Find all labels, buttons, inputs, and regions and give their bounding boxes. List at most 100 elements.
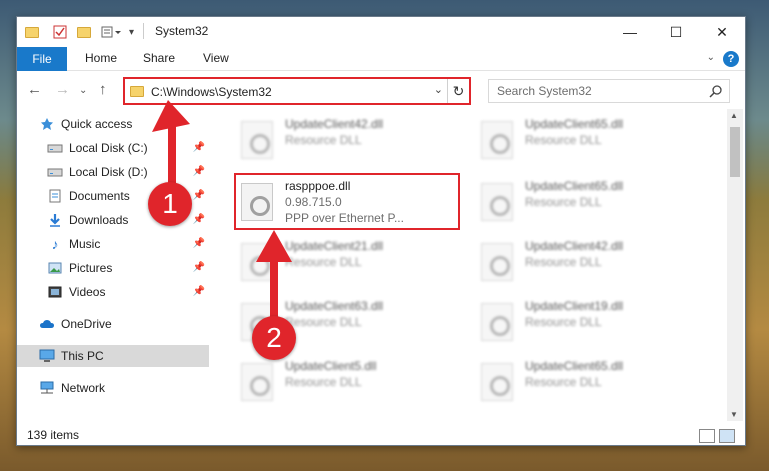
up-icon[interactable]: ↑ (99, 81, 107, 98)
pin-icon[interactable]: 📌 (193, 262, 205, 273)
address-text: C:\Windows\System32 (151, 85, 272, 99)
sidebar-item-label: This PC (61, 349, 104, 363)
file-item[interactable]: UpdateClient65.dll Resource DLL (477, 355, 707, 411)
download-icon (47, 213, 63, 227)
back-icon[interactable]: ← (27, 81, 42, 98)
sidebar-item-network[interactable]: Network (17, 377, 209, 399)
properties-icon[interactable] (53, 23, 67, 41)
file-description: Resource DLL (285, 255, 362, 269)
dropdown-arrow-icon[interactable]: ▾ (129, 23, 134, 41)
file-item[interactable]: UpdateClient42.dll Resource DLL (477, 235, 707, 291)
cloud-icon (39, 317, 55, 331)
tab-file[interactable]: File (17, 47, 67, 71)
scroll-thumb[interactable] (730, 127, 740, 177)
file-item[interactable]: UpdateClient65.dll Resource DLL (477, 175, 707, 231)
sidebar-item-local-disk-d[interactable]: Local Disk (D:) 📌 (17, 161, 209, 183)
address-bar[interactable]: C:\Windows\System32 ⌄ ↻ (123, 77, 471, 105)
close-button[interactable]: ✕ (699, 17, 745, 47)
pin-icon[interactable]: 📌 (193, 190, 205, 201)
search-input[interactable]: Search System32 (488, 79, 730, 103)
sidebar-item-music[interactable]: ♪ Music 📌 (17, 233, 209, 255)
expand-ribbon-icon[interactable]: ⌄ (707, 52, 715, 63)
new-folder-icon[interactable] (77, 23, 91, 41)
sidebar-item-label: Quick access (61, 117, 133, 131)
file-name: UpdateClient65.dll (525, 359, 624, 373)
pictures-icon (47, 261, 63, 275)
file-name: UpdateClient5.dll (285, 359, 377, 373)
step-marker-2: 2 (252, 316, 296, 360)
sidebar-item-onedrive[interactable]: OneDrive (17, 313, 209, 335)
sidebar-item-pictures[interactable]: Pictures 📌 (17, 257, 209, 279)
dll-file-icon (241, 243, 273, 281)
dll-file-icon (241, 363, 273, 401)
minimize-button[interactable]: — (607, 17, 653, 47)
dll-file-icon (481, 121, 513, 159)
sidebar-item-label: Documents (69, 189, 130, 203)
tab-view[interactable]: View (203, 51, 229, 65)
navigation-bar: ← → ⌄ ↑ C:\Windows\System32 ⌄ ↻ Search S… (17, 75, 745, 105)
file-description: Resource DLL (525, 133, 602, 147)
file-list: UpdateClient42.dll Resource DLL raspppoe… (227, 107, 727, 415)
pin-icon[interactable]: 📌 (193, 238, 205, 249)
dll-file-icon (481, 183, 513, 221)
pin-icon[interactable]: 📌 (193, 166, 205, 177)
sidebar-item-label: OneDrive (61, 317, 112, 331)
search-icon[interactable] (709, 84, 723, 98)
file-description: Resource DLL (525, 375, 602, 389)
search-placeholder: Search System32 (497, 84, 592, 98)
file-item[interactable]: UpdateClient19.dll Resource DLL (477, 295, 707, 351)
file-name: UpdateClient65.dll (525, 179, 624, 193)
pin-icon[interactable]: 📌 (193, 214, 205, 225)
forward-icon[interactable]: → (55, 81, 70, 98)
sidebar-item-label: Downloads (69, 213, 129, 227)
pin-icon[interactable]: 📌 (193, 142, 205, 153)
network-icon (39, 381, 55, 395)
dll-file-icon (241, 121, 273, 159)
sidebar-item-label: Videos (69, 285, 106, 299)
sidebar-item-label: Network (61, 381, 106, 395)
customize-quick-access-icon[interactable] (101, 23, 123, 41)
sidebar-item-label: Music (69, 237, 101, 251)
file-name: UpdateClient21.dll (285, 239, 384, 253)
step-marker-1: 1 (148, 182, 192, 226)
refresh-icon[interactable]: ↻ (447, 79, 469, 103)
file-item[interactable]: UpdateClient5.dll Resource DLL (237, 355, 467, 411)
scroll-up-icon[interactable]: ▲ (730, 111, 738, 120)
details-view-icon[interactable] (699, 429, 715, 443)
maximize-button[interactable]: ☐ (653, 17, 699, 47)
file-description: Resource DLL (285, 133, 362, 147)
vertical-scrollbar[interactable]: ▲ ▼ (727, 109, 743, 421)
status-bar: 139 items (17, 425, 745, 447)
pin-icon[interactable]: 📌 (193, 286, 205, 297)
sidebar-item-label: Pictures (69, 261, 113, 275)
file-item[interactable]: UpdateClient65.dll Resource DLL (477, 113, 707, 169)
title-divider (143, 23, 144, 39)
large-icons-view-icon[interactable] (719, 429, 735, 443)
file-description: Resource DLL (525, 255, 602, 269)
item-count: 139 items (27, 428, 80, 442)
file-item[interactable]: UpdateClient21.dll Resource DLL (237, 235, 467, 291)
drive-icon (47, 165, 63, 179)
file-name: UpdateClient42.dll (525, 239, 624, 253)
dll-file-icon (481, 363, 513, 401)
file-item[interactable]: UpdateClient42.dll Resource DLL (237, 113, 467, 169)
help-icon[interactable]: ? (723, 51, 739, 67)
music-icon: ♪ (51, 236, 59, 252)
recent-locations-icon[interactable]: ⌄ (79, 85, 87, 96)
ribbon-tabs: File Home Share View ⌄ ? (17, 47, 745, 71)
chevron-down-icon[interactable]: ⌄ (434, 83, 443, 96)
sidebar-item-local-disk-c[interactable]: Local Disk (C:) 📌 (17, 137, 209, 159)
file-name: UpdateClient42.dll (285, 117, 384, 131)
file-name: UpdateClient19.dll (525, 299, 624, 313)
tab-home[interactable]: Home (85, 51, 117, 65)
sidebar-item-videos[interactable]: Videos 📌 (17, 281, 209, 303)
scroll-down-icon[interactable]: ▼ (730, 410, 738, 419)
file-description: Resource DLL (285, 375, 362, 389)
sidebar-item-quick-access[interactable]: Quick access (17, 113, 209, 135)
computer-icon (39, 349, 55, 363)
tab-share[interactable]: Share (143, 51, 175, 65)
highlight-file-box (234, 173, 460, 230)
file-explorer-window: ▾ System32 — ☐ ✕ File Home Share View ⌄ … (16, 16, 746, 446)
sidebar-item-this-pc[interactable]: This PC (17, 345, 209, 367)
window-title: System32 (155, 24, 209, 38)
